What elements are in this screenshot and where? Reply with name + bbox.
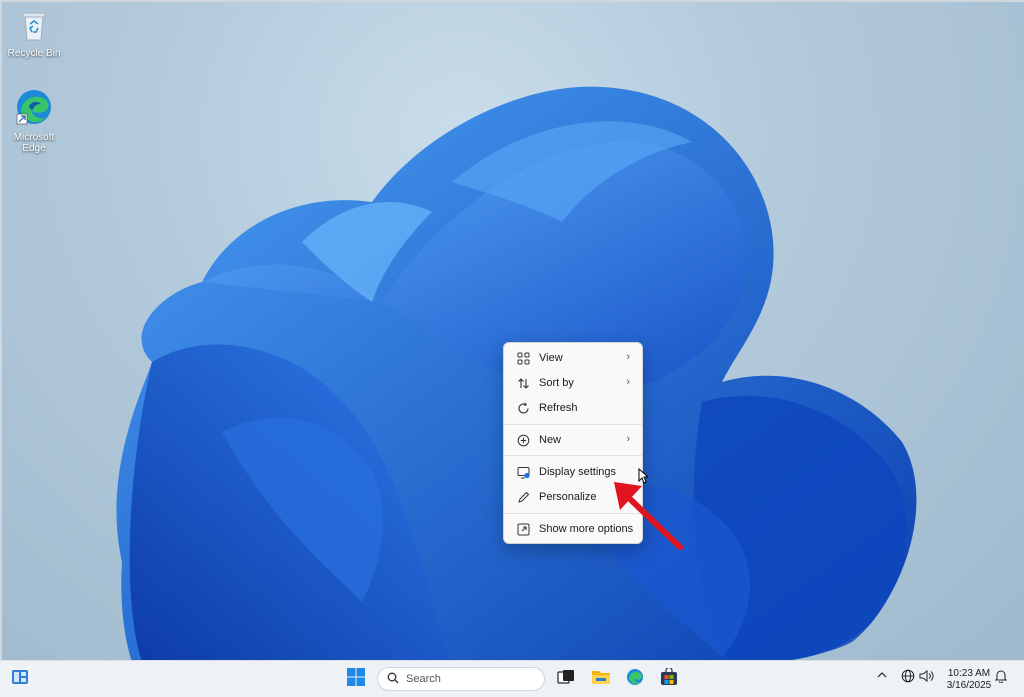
chevron-right-icon: ›: [626, 351, 630, 363]
mouse-cursor-icon: [638, 468, 648, 484]
bloom-wallpaper: [116, 86, 917, 660]
windows-logo-icon: [347, 667, 365, 691]
menu-item-label: Show more options: [539, 523, 634, 535]
menu-item-show-more-options[interactable]: Show more options: [508, 518, 638, 540]
menu-item-sort-by[interactable]: Sort by ›: [508, 372, 638, 394]
pen-icon: [516, 490, 530, 504]
chevron-right-icon: ›: [626, 376, 630, 388]
menu-item-label: Personalize: [539, 491, 597, 503]
search-icon: [387, 672, 399, 687]
taskbar-search-box[interactable]: Search: [377, 667, 545, 691]
store-icon: [660, 666, 678, 691]
clock-date: 3/16/2025: [946, 680, 992, 691]
clock[interactable]: 10:23 AM 3/16/2025: [937, 668, 1001, 692]
menu-separator: [504, 455, 642, 456]
recycle-bin-label: Recycle Bin: [7, 48, 61, 59]
grid-icon: [516, 351, 530, 365]
menu-item-refresh[interactable]: Refresh: [508, 397, 638, 419]
expand-icon: [516, 522, 530, 536]
globe-icon: [901, 669, 915, 686]
display-icon: [516, 465, 530, 479]
taskbar: Search 10:23 AM 3/16/2025: [0, 660, 1024, 697]
folder-icon: [591, 669, 611, 690]
plus-circle-icon: [516, 433, 530, 447]
recycle-bin-icon: [4, 10, 64, 45]
desktop[interactable]: Recycle Bin Microsoft Edge View › Sort b…: [0, 0, 1024, 660]
task-view-icon: [557, 669, 575, 690]
volume-button[interactable]: [919, 669, 935, 686]
clock-time: 10:23 AM: [947, 668, 991, 679]
widgets-button[interactable]: [6, 666, 34, 692]
menu-item-display-settings[interactable]: Display settings: [508, 461, 638, 483]
menu-item-new[interactable]: New ›: [508, 429, 638, 451]
menu-item-label: Display settings: [539, 466, 617, 478]
edge-taskbar-button[interactable]: [621, 666, 649, 692]
start-button[interactable]: [342, 666, 370, 692]
menu-item-personalize[interactable]: Personalize: [508, 486, 638, 508]
menu-item-label: New: [539, 434, 562, 446]
bell-icon: [994, 670, 1008, 686]
notifications-button[interactable]: [994, 669, 1008, 686]
desktop-icon-recycle-bin[interactable]: Recycle Bin: [4, 10, 64, 59]
menu-item-label: View: [539, 352, 563, 364]
store-button[interactable]: [655, 666, 683, 692]
desktop-icon-edge[interactable]: Microsoft Edge: [4, 88, 64, 154]
edge-label: Microsoft Edge: [13, 132, 55, 154]
menu-item-label: Sort by: [539, 377, 574, 389]
menu-item-view[interactable]: View ›: [508, 347, 638, 369]
task-view-button[interactable]: [552, 666, 580, 692]
show-hidden-icons-button[interactable]: [877, 670, 887, 683]
chevron-right-icon: ›: [626, 433, 630, 445]
file-explorer-button[interactable]: [587, 666, 615, 692]
widgets-icon: [11, 668, 29, 691]
refresh-icon: [516, 401, 530, 415]
menu-separator: [504, 513, 642, 514]
chevron-up-icon: [877, 672, 887, 683]
menu-item-label: Refresh: [539, 402, 578, 414]
search-placeholder: Search: [406, 673, 441, 685]
network-button[interactable]: [901, 669, 915, 686]
speaker-icon: [919, 670, 935, 686]
edge-icon: [626, 668, 644, 691]
edge-icon: [4, 88, 64, 129]
sort-icon: [516, 376, 530, 390]
menu-separator: [504, 424, 642, 425]
context-menu: View › Sort by › Refresh New › Display s…: [503, 342, 643, 544]
